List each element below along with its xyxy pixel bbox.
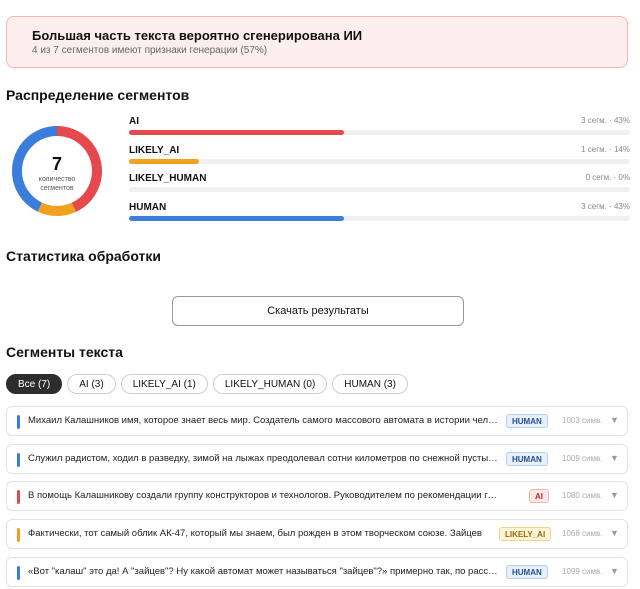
segment-row[interactable]: Михаил Калашников имя, которое знает вес… <box>6 406 628 436</box>
distribution-heading: Распределение сегментов <box>6 87 190 103</box>
segment-text: В помощь Калашникову создали группу конс… <box>28 490 498 501</box>
segment-label-badge: AI <box>529 489 549 503</box>
distribution-label: HUMAN <box>129 202 167 213</box>
distribution-fill <box>129 216 345 221</box>
segment-row[interactable]: «Вот "калаш" это да! А "зайцев"? Ну како… <box>6 557 628 587</box>
verdict-banner: Большая часть текста вероятно сгенериров… <box>6 16 628 68</box>
segments-total-caption: количество сегментов <box>10 175 104 193</box>
filter-chip-ai[interactable]: AI (3) <box>67 374 116 394</box>
verdict-subtitle: 4 из 7 сегментов имеют признаки генераци… <box>32 45 268 56</box>
segment-color-bar <box>17 415 20 429</box>
chevron-down-icon[interactable]: ▼ <box>610 566 619 576</box>
segment-text: Фактически, тот самый облик АК-47, котор… <box>28 528 482 539</box>
segment-color-bar <box>17 453 20 467</box>
distribution-track <box>129 187 630 192</box>
segment-color-bar <box>17 528 20 542</box>
distribution-row-likely-ai: LIKELY_AI 1 сегм. · 14% <box>129 145 630 171</box>
distribution-track <box>129 216 630 221</box>
distribution-track <box>129 130 630 135</box>
chevron-down-icon[interactable]: ▼ <box>610 490 619 500</box>
segment-label-badge: HUMAN <box>506 452 548 466</box>
segment-filter-chips: Все (7) AI (3) LIKELY_AI (1) LIKELY_HUMA… <box>6 374 408 394</box>
filter-chip-all[interactable]: Все (7) <box>6 374 63 394</box>
distribution-row-human: HUMAN 3 сегм. · 43% <box>129 202 630 228</box>
distribution-stat: 0 сегм. · 0% <box>585 173 630 182</box>
segment-label-badge: LIKELY_AI <box>499 527 552 541</box>
distribution-label: LIKELY_HUMAN <box>129 173 207 184</box>
download-results-button[interactable]: Скачать результаты <box>172 296 464 326</box>
distribution-stat: 3 сегм. · 43% <box>581 202 630 211</box>
filter-chip-likely-human[interactable]: LIKELY_HUMAN (0) <box>212 374 328 394</box>
distribution-row-ai: AI 3 сегм. · 43% <box>129 116 630 142</box>
segment-char-count: 1003 симв. <box>562 416 603 425</box>
chevron-down-icon[interactable]: ▼ <box>610 453 619 463</box>
chevron-down-icon[interactable]: ▼ <box>610 528 619 538</box>
distribution-row-likely-human: LIKELY_HUMAN 0 сегм. · 0% <box>129 173 630 199</box>
distribution-fill <box>129 130 345 135</box>
segment-label-badge: HUMAN <box>506 414 548 428</box>
filter-chip-likely-ai[interactable]: LIKELY_AI (1) <box>120 374 208 394</box>
segment-char-count: 1080 симв. <box>562 491 603 500</box>
filter-chip-human[interactable]: HUMAN (3) <box>332 374 408 394</box>
segment-text: «Вот "калаш" это да! А "зайцев"? Ну како… <box>28 566 498 577</box>
processing-stats-heading: Статистика обработки <box>6 248 162 264</box>
distribution-stat: 1 сегм. · 14% <box>581 145 630 154</box>
chevron-down-icon[interactable]: ▼ <box>610 415 619 425</box>
segment-row[interactable]: Служил радистом, ходил в разведку, зимой… <box>6 444 628 474</box>
distribution-label: LIKELY_AI <box>129 145 180 156</box>
segment-color-bar <box>17 490 20 504</box>
segment-text: Михаил Калашников имя, которое знает вес… <box>28 415 498 426</box>
segment-color-bar <box>17 566 20 580</box>
segment-char-count: 1099 симв. <box>562 567 603 576</box>
segment-char-count: 1009 симв. <box>562 454 603 463</box>
distribution-track <box>129 159 630 164</box>
distribution-fill <box>129 159 200 164</box>
distribution-stat: 3 сегм. · 43% <box>581 116 630 125</box>
segments-total-caption-line2: сегментов <box>40 185 74 192</box>
segments-heading: Сегменты текста <box>6 344 123 360</box>
segment-text: Служил радистом, ходил в разведку, зимой… <box>28 453 498 464</box>
segment-row[interactable]: Фактически, тот самый облик АК-47, котор… <box>6 519 628 549</box>
segment-row[interactable]: В помощь Калашникову создали группу конс… <box>6 481 628 511</box>
distribution-label: AI <box>129 116 139 127</box>
segments-total-caption-line1: количество <box>38 176 76 183</box>
segment-char-count: 1066 симв. <box>562 529 603 538</box>
verdict-title: Большая часть текста вероятно сгенериров… <box>32 28 363 43</box>
segments-total: 7 <box>51 154 62 174</box>
segment-label-badge: HUMAN <box>506 565 548 579</box>
